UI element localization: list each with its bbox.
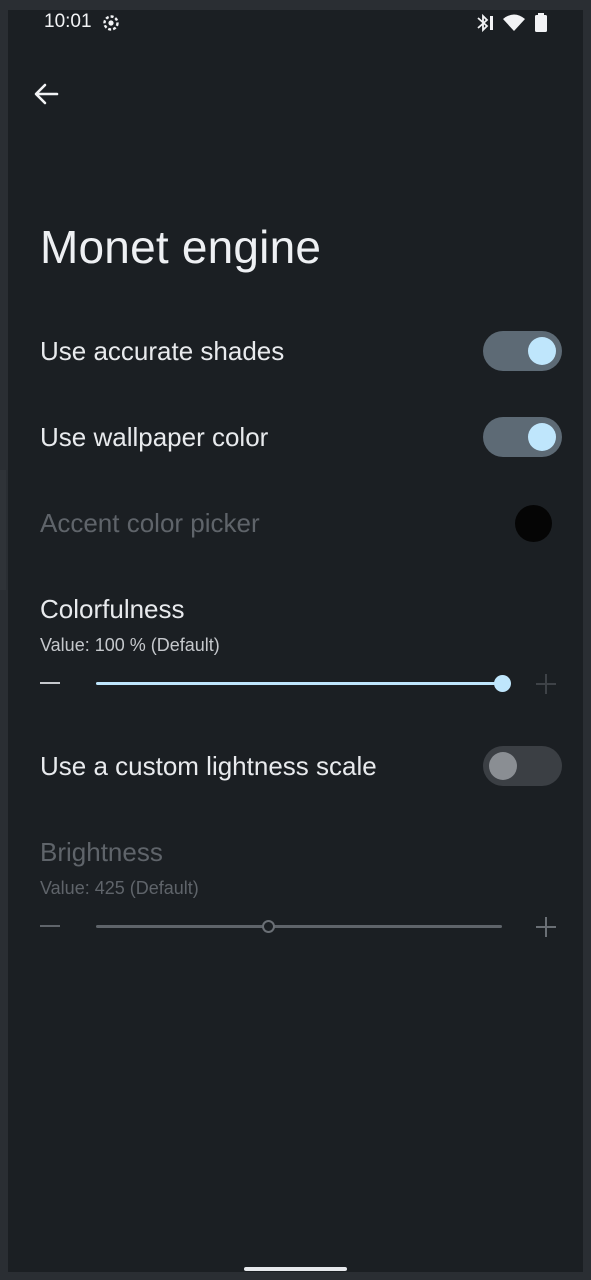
increase-icon[interactable] <box>536 674 556 694</box>
brightness-slider[interactable] <box>96 925 502 928</box>
setting-wallpaper-color[interactable]: Use wallpaper color <box>8 394 583 480</box>
setting-label: Use accurate shades <box>40 336 285 366</box>
bluetooth-icon <box>475 13 497 38</box>
battery-icon <box>534 13 548 38</box>
slider-thumb[interactable] <box>262 920 276 933</box>
setting-label: Accent color picker <box>40 508 260 538</box>
setting-accent-color-picker[interactable]: Accent color picker <box>8 480 583 566</box>
slider-value-text: Value: 425 (Default) <box>40 878 199 898</box>
back-button[interactable] <box>26 76 66 116</box>
slider-thumb[interactable] <box>493 675 511 692</box>
edge-panel <box>0 470 6 590</box>
settings-gear-icon <box>101 13 121 38</box>
setting-label: Use wallpaper color <box>40 422 269 452</box>
status-clock: 10:01 <box>44 11 92 32</box>
slider-title: Brightness <box>40 837 163 867</box>
toggle-thumb <box>489 752 517 780</box>
wifi-icon <box>502 13 526 38</box>
increase-icon[interactable] <box>536 917 556 937</box>
toggle-thumb <box>528 423 556 451</box>
setting-custom-lightness[interactable]: Use a custom lightness scale <box>8 723 583 809</box>
slider-title: Colorfulness <box>40 594 185 624</box>
decrease-icon[interactable] <box>40 682 60 684</box>
home-indicator[interactable] <box>244 1267 347 1271</box>
setting-accurate-shades[interactable]: Use accurate shades <box>8 308 583 394</box>
custom-lightness-toggle[interactable] <box>483 746 562 786</box>
colorfulness-slider[interactable] <box>96 682 502 685</box>
accurate-shades-toggle[interactable] <box>483 331 562 371</box>
slider-value-text: Value: 100 % (Default) <box>40 635 220 655</box>
page-title: Monet engine <box>40 221 322 273</box>
setting-label: Use a custom lightness scale <box>40 751 377 781</box>
toggle-thumb <box>528 337 556 365</box>
settings-screen: 10:01 Monet engine Use accurate shades U… <box>8 10 583 1272</box>
arrow-left-icon <box>33 81 59 112</box>
accent-color-swatch[interactable] <box>515 505 552 542</box>
decrease-icon[interactable] <box>40 925 60 927</box>
wallpaper-color-toggle[interactable] <box>483 417 562 457</box>
status-bar: 10:01 <box>8 10 583 38</box>
